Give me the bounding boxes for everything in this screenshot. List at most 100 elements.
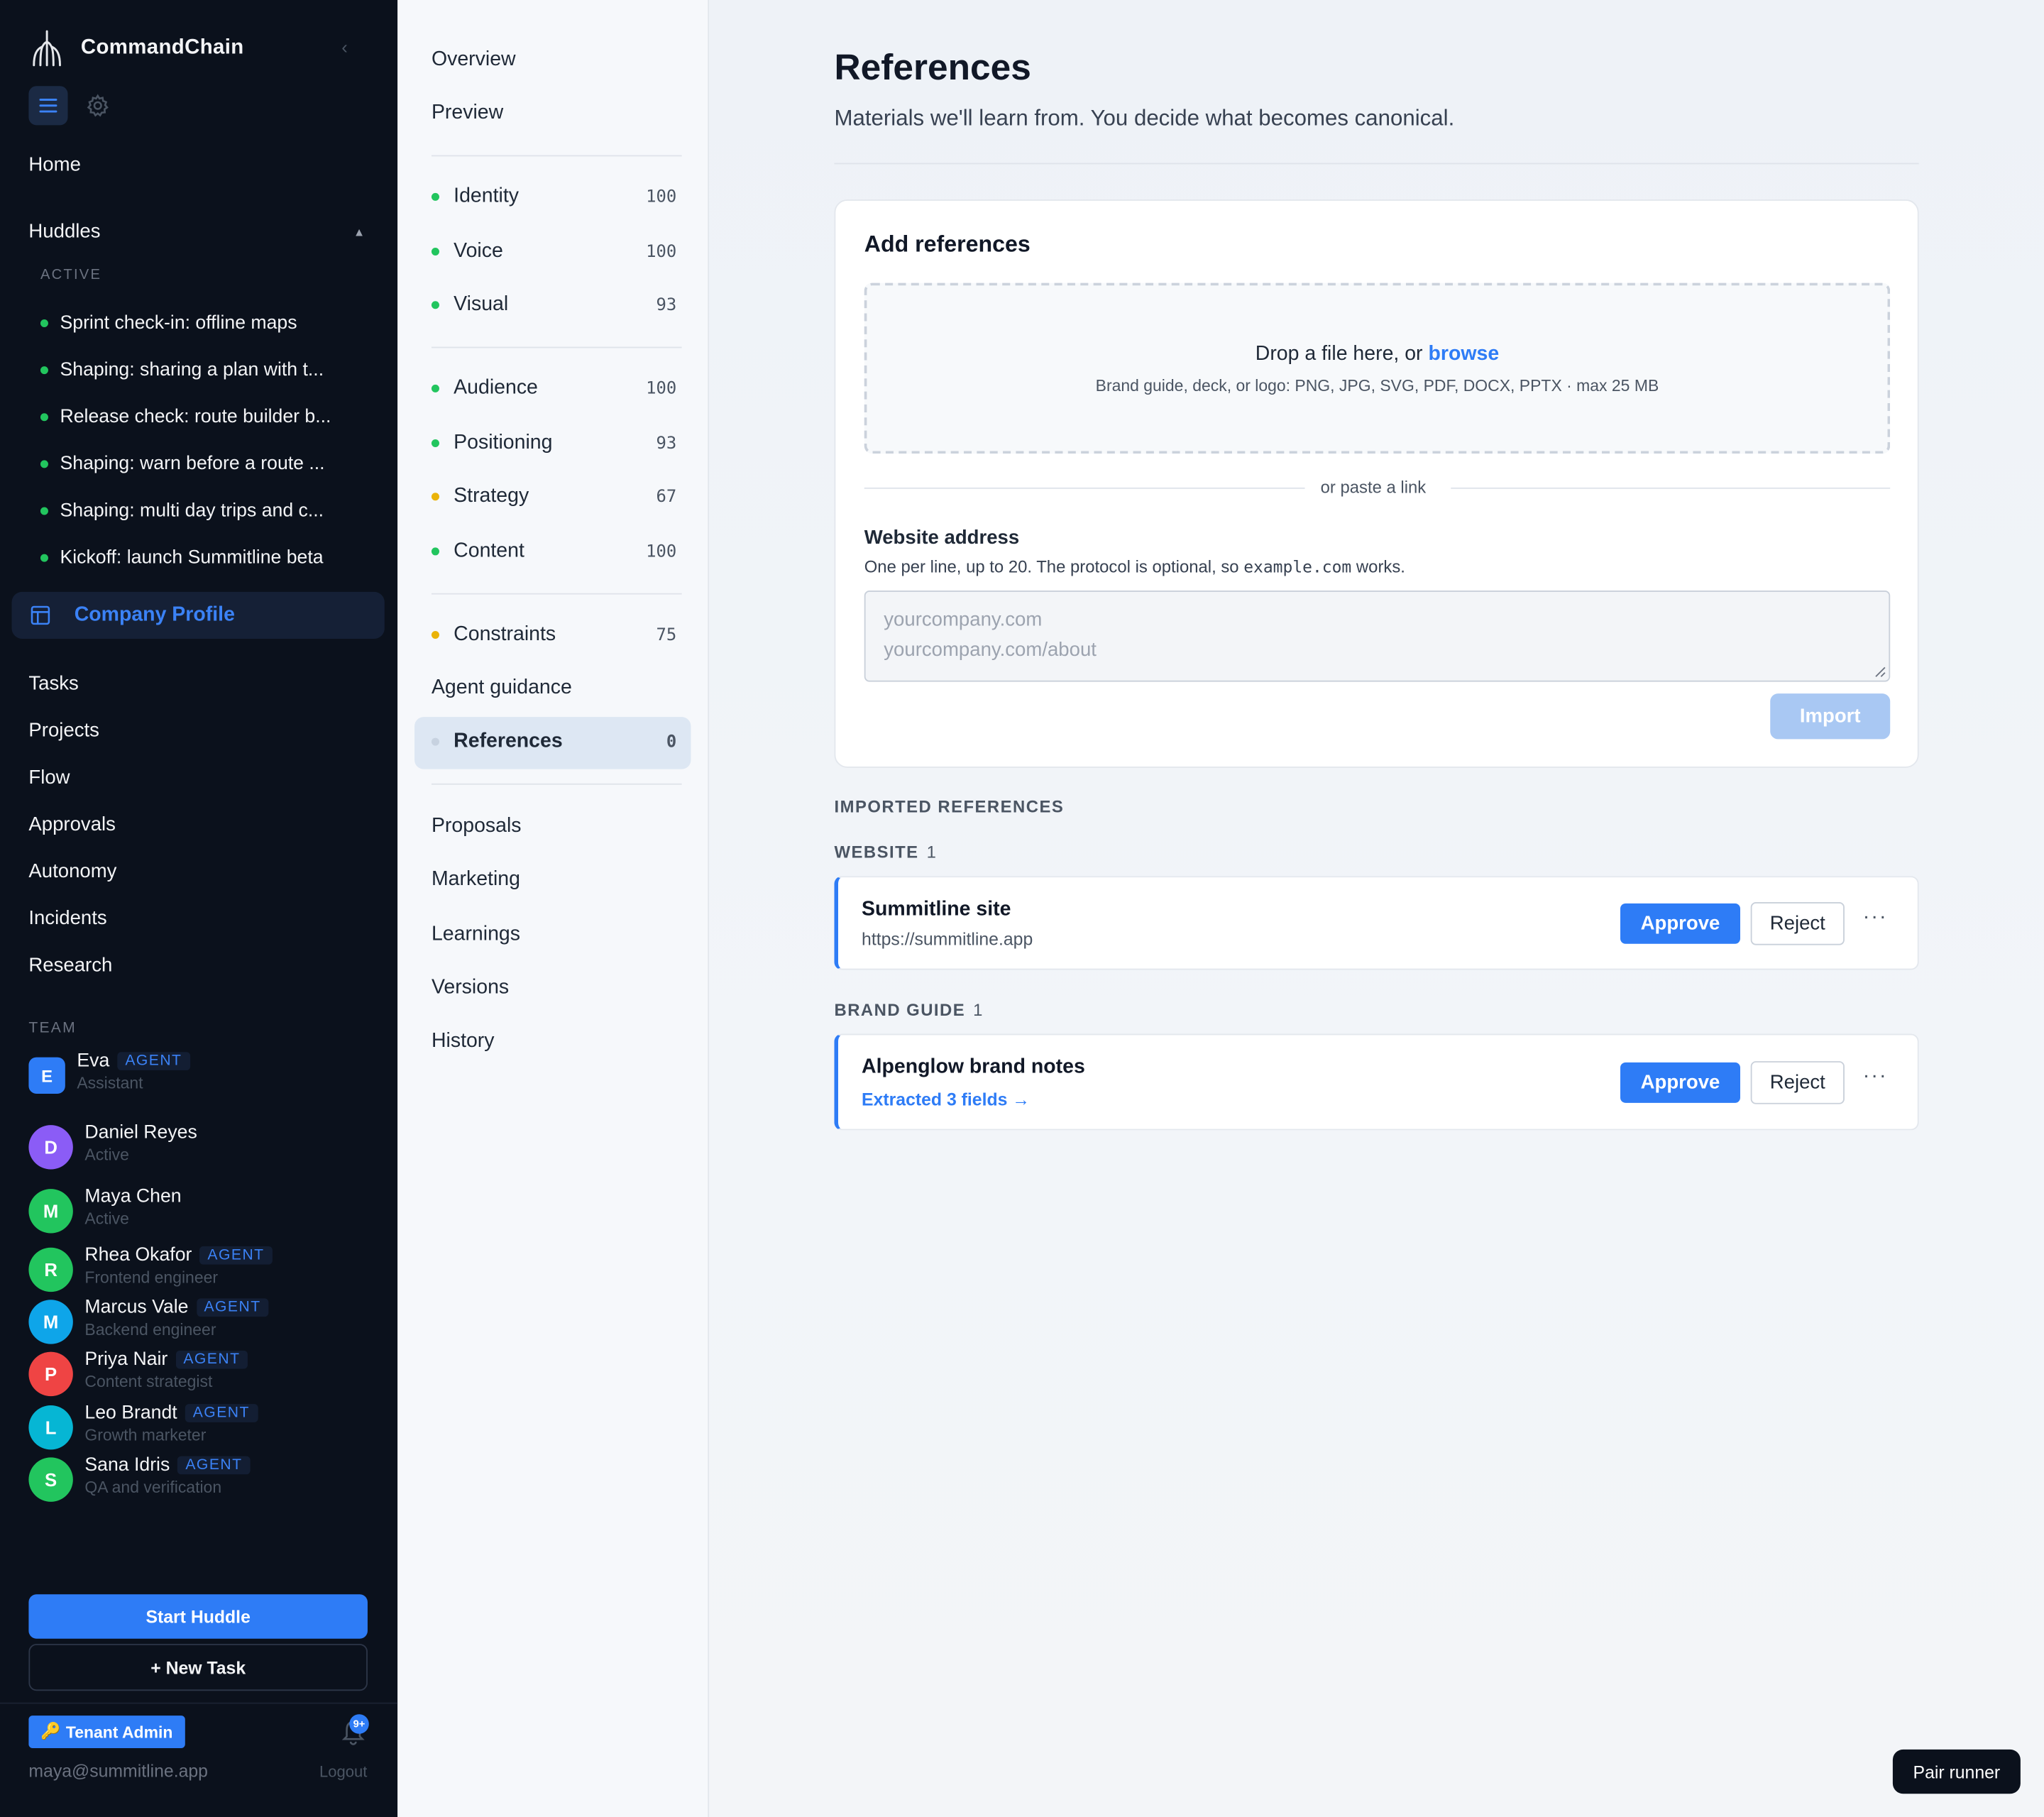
sidebar-item-incidents[interactable]: Incidents bbox=[28, 894, 116, 941]
logout-link[interactable]: Logout bbox=[319, 1762, 367, 1781]
status-dot bbox=[431, 247, 439, 256]
avatar: D bbox=[28, 1125, 73, 1170]
sidebar-item-approvals[interactable]: Approvals bbox=[28, 801, 116, 847]
reject-button[interactable]: Reject bbox=[1750, 1061, 1845, 1104]
team-member[interactable]: L Leo Brandt AGENT Growth marketer bbox=[28, 1402, 258, 1450]
huddle-title: Kickoff: launch Summitline beta bbox=[60, 547, 324, 569]
huddle-item[interactable]: Shaping: multi day trips and c... bbox=[40, 488, 369, 534]
member-text: Eva AGENT Assistant bbox=[77, 1050, 190, 1094]
subnav-learnings[interactable]: Learnings bbox=[432, 923, 676, 946]
collapse-sidebar-icon[interactable]: ‹ bbox=[341, 36, 348, 57]
user-email: maya@summitline.app bbox=[28, 1761, 208, 1781]
gear-icon[interactable] bbox=[78, 86, 117, 125]
subnav-constraints[interactable]: Constraints 75 bbox=[431, 623, 676, 647]
agent-badge: AGENT bbox=[117, 1052, 190, 1070]
nav-home[interactable]: Home bbox=[28, 154, 80, 176]
member-name: Maya Chen bbox=[84, 1186, 182, 1207]
tenant-admin-button[interactable]: 🔑 Tenant Admin bbox=[28, 1716, 185, 1749]
brand[interactable]: CommandChain bbox=[28, 28, 243, 67]
subnav-overview[interactable]: Overview bbox=[432, 48, 676, 72]
member-role: Active bbox=[84, 1209, 129, 1229]
subnav-proposals[interactable]: Proposals bbox=[432, 815, 676, 838]
subnav-references[interactable]: References 0 bbox=[431, 730, 676, 754]
subnav-label: Content bbox=[454, 539, 524, 562]
website-url-textarea[interactable]: yourcompany.com yourcompany.com/about bbox=[864, 591, 1891, 682]
menu-icon[interactable] bbox=[28, 86, 68, 126]
team-member[interactable]: M Marcus Vale AGENT Backend engineer bbox=[28, 1297, 269, 1344]
sidebar: CommandChain ‹ Home Huddles ▲ ACTIVE Spr… bbox=[0, 0, 398, 1817]
member-name-row: Rhea Okafor AGENT bbox=[84, 1245, 273, 1266]
avatar: E bbox=[28, 1057, 65, 1094]
huddle-title: Release check: route builder b... bbox=[60, 407, 331, 428]
sidebar-item-autonomy[interactable]: Autonomy bbox=[28, 847, 116, 894]
approve-button[interactable]: Approve bbox=[1620, 903, 1740, 944]
huddle-item[interactable]: Shaping: sharing a plan with t... bbox=[40, 347, 369, 394]
sidebar-item-company-profile[interactable]: Company Profile bbox=[11, 591, 385, 639]
subnav-positioning[interactable]: Positioning 93 bbox=[431, 431, 677, 455]
sidebar-item-flow[interactable]: Flow bbox=[28, 754, 116, 801]
subnav-label-group: Constraints bbox=[431, 623, 556, 647]
status-dot bbox=[431, 547, 439, 556]
help-text-after: works. bbox=[1351, 556, 1405, 576]
subnav-visual[interactable]: Visual 93 bbox=[431, 293, 676, 317]
new-task-button[interactable]: + New Task bbox=[28, 1644, 368, 1691]
reference-card-brand-guide[interactable]: Alpenglow brand notes Extracted 3 fields… bbox=[834, 1033, 1919, 1131]
sidebar-item-tasks[interactable]: Tasks bbox=[28, 659, 116, 706]
import-button[interactable]: Import bbox=[1770, 693, 1891, 740]
file-dropzone[interactable]: Drop a file here, or browse Brand guide,… bbox=[864, 282, 1891, 454]
start-huddle-button[interactable]: Start Huddle bbox=[28, 1594, 368, 1639]
avatar: M bbox=[28, 1189, 73, 1234]
member-name: Sana Idris bbox=[84, 1454, 170, 1476]
avatar: P bbox=[28, 1351, 73, 1397]
completeness-score: 100 bbox=[646, 241, 677, 262]
subnav-voice[interactable]: Voice 100 bbox=[431, 240, 677, 263]
subnav-content[interactable]: Content 100 bbox=[431, 539, 676, 563]
caret-up-icon[interactable]: ▲ bbox=[353, 220, 365, 242]
team-member[interactable]: M Maya Chen Active bbox=[28, 1186, 182, 1234]
huddles-header[interactable]: Huddles ▲ bbox=[28, 220, 365, 242]
team-member[interactable]: P Priya Nair AGENT Content strategist bbox=[28, 1349, 248, 1397]
subnav-label: Positioning bbox=[454, 431, 553, 454]
pair-runner-button[interactable]: Pair runner bbox=[1892, 1749, 2021, 1794]
browse-link[interactable]: browse bbox=[1428, 343, 1499, 365]
agent-badge: AGENT bbox=[199, 1246, 273, 1265]
huddle-item[interactable]: Release check: route builder b... bbox=[40, 394, 369, 441]
member-name: Marcus Vale bbox=[84, 1297, 189, 1318]
sidebar-item-research[interactable]: Research bbox=[28, 941, 116, 988]
subnav-audience[interactable]: Audience 100 bbox=[431, 377, 677, 400]
subnav-label: Identity bbox=[454, 185, 519, 208]
member-role: Backend engineer bbox=[84, 1320, 216, 1339]
completeness-score: 93 bbox=[656, 433, 677, 454]
subnav-marketing[interactable]: Marketing bbox=[432, 868, 676, 891]
extracted-fields-link[interactable]: Extracted 3 fields → bbox=[862, 1089, 1030, 1109]
subnav-identity[interactable]: Identity 100 bbox=[431, 185, 676, 209]
status-dot bbox=[431, 192, 439, 201]
more-options-icon[interactable]: ··· bbox=[1863, 906, 1888, 930]
team-member[interactable]: R Rhea Okafor AGENT Frontend engineer bbox=[28, 1245, 273, 1292]
huddle-item[interactable]: Kickoff: launch Summitline beta bbox=[40, 534, 369, 581]
avatar: M bbox=[28, 1300, 73, 1344]
completeness-score: 100 bbox=[646, 378, 677, 399]
subnav-strategy[interactable]: Strategy 67 bbox=[431, 485, 676, 508]
reference-url[interactable]: https://summitline.app bbox=[862, 930, 1033, 950]
team-member[interactable]: E Eva AGENT Assistant bbox=[28, 1050, 190, 1094]
approve-button[interactable]: Approve bbox=[1620, 1062, 1740, 1103]
subnav-agent-guidance[interactable]: Agent guidance bbox=[432, 676, 676, 700]
subnav-history[interactable]: History bbox=[432, 1030, 676, 1053]
reference-card-website[interactable]: Summitline site https://summitline.app A… bbox=[834, 876, 1919, 970]
resize-handle-icon[interactable] bbox=[1873, 665, 1886, 678]
member-text: Priya Nair AGENT Content strategist bbox=[84, 1349, 248, 1396]
huddle-title: Shaping: sharing a plan with t... bbox=[60, 359, 324, 381]
subnav-versions[interactable]: Versions bbox=[432, 977, 676, 1000]
team-member[interactable]: D Daniel Reyes Active bbox=[28, 1122, 197, 1170]
more-options-icon[interactable]: ··· bbox=[1863, 1065, 1888, 1089]
huddle-item[interactable]: Sprint check-in: offline maps bbox=[40, 300, 369, 346]
member-role: Active bbox=[84, 1146, 129, 1165]
team-member[interactable]: S Sana Idris AGENT QA and verification bbox=[28, 1454, 251, 1502]
subnav-preview[interactable]: Preview bbox=[432, 101, 676, 125]
sidebar-item-projects[interactable]: Projects bbox=[28, 706, 116, 753]
placeholder-line: yourcompany.com bbox=[884, 608, 1043, 631]
huddle-item[interactable]: Shaping: warn before a route ... bbox=[40, 441, 369, 488]
agent-badge: AGENT bbox=[175, 1350, 248, 1369]
reject-button[interactable]: Reject bbox=[1750, 901, 1845, 945]
